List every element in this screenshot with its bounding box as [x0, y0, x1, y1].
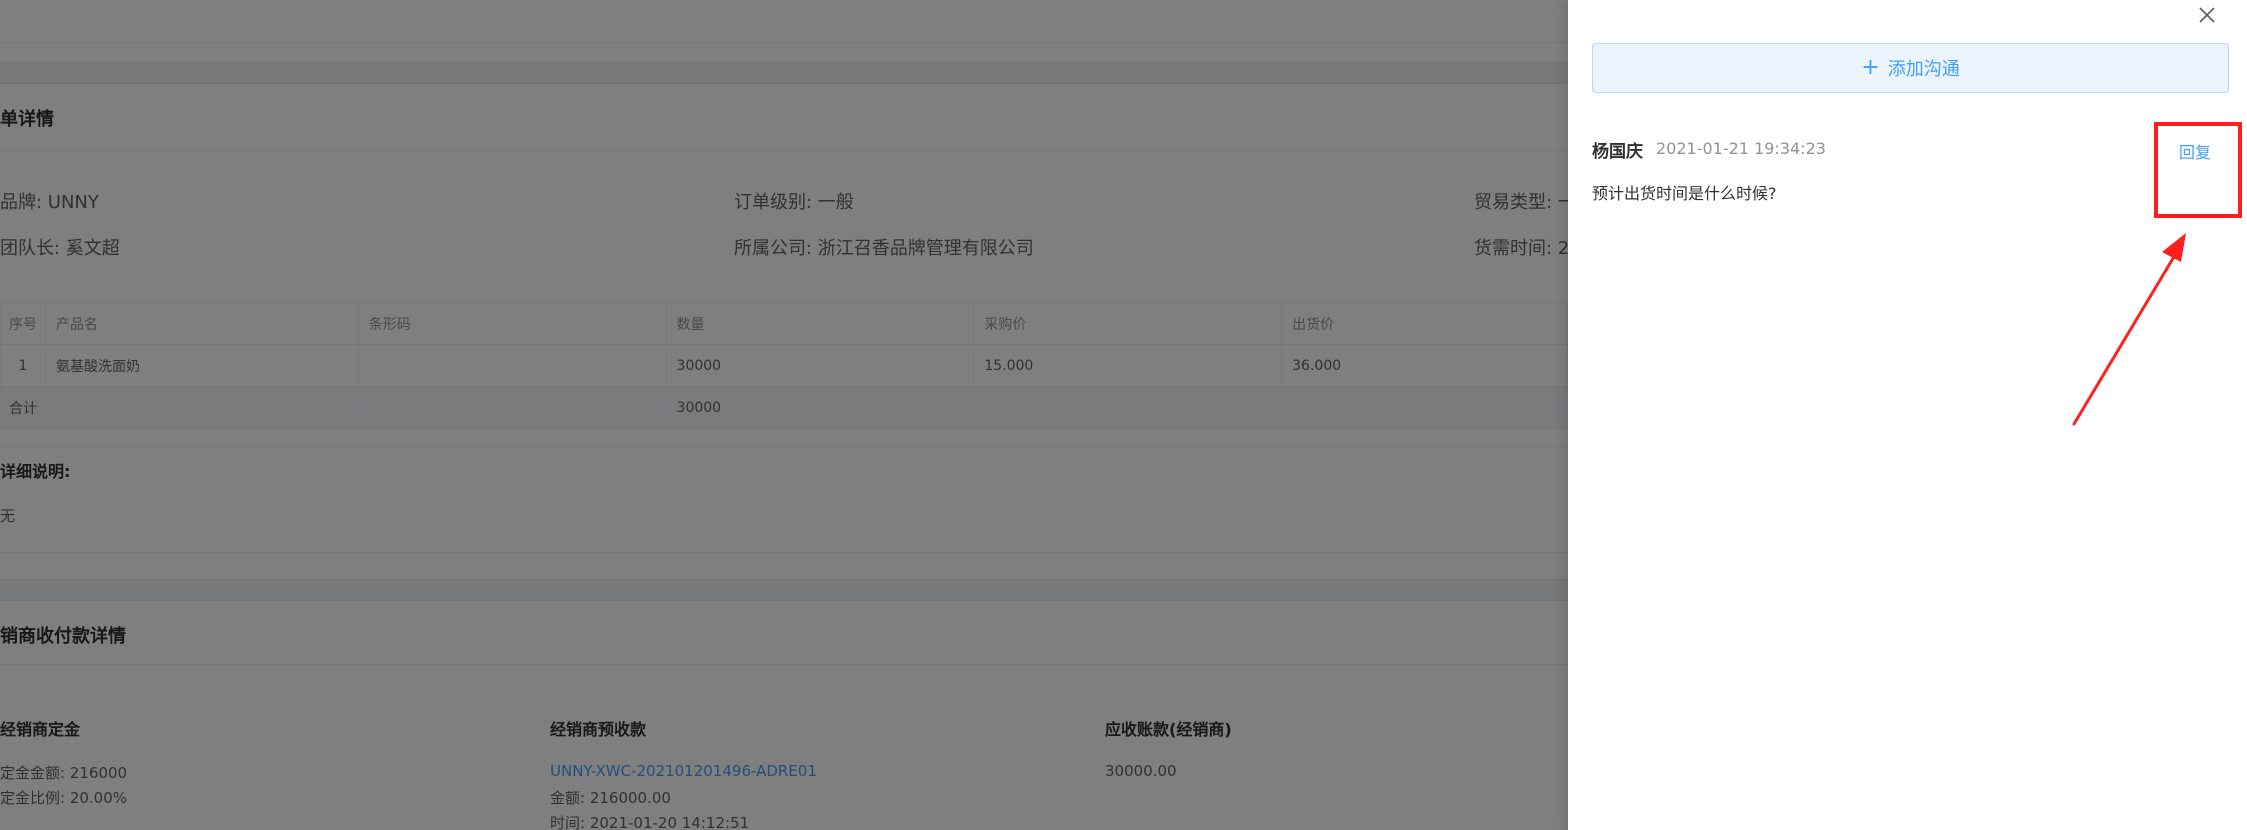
modal-overlay[interactable] — [0, 0, 1568, 830]
close-button[interactable] — [2194, 2, 2220, 28]
communication-drawer — [1568, 0, 2247, 830]
highlight-box — [2154, 122, 2242, 218]
add-communication-label: 添加沟通 — [1887, 59, 1960, 80]
close-icon — [2199, 7, 2215, 23]
comment-text: 预计出货时间是什么时候? — [1592, 184, 1777, 203]
comment-time: 2021-01-21 19:34:23 — [1656, 139, 1826, 158]
order-detail-page: 单详情 品牌: UNNY 订单级别: 一般 贸易类型: 一 团队长: 奚文超 所… — [0, 0, 2247, 830]
add-communication-button[interactable]: + 添加沟通 — [1592, 43, 2229, 93]
plus-icon: + — [1861, 55, 1880, 80]
comment-author: 杨国庆 — [1592, 142, 1643, 162]
